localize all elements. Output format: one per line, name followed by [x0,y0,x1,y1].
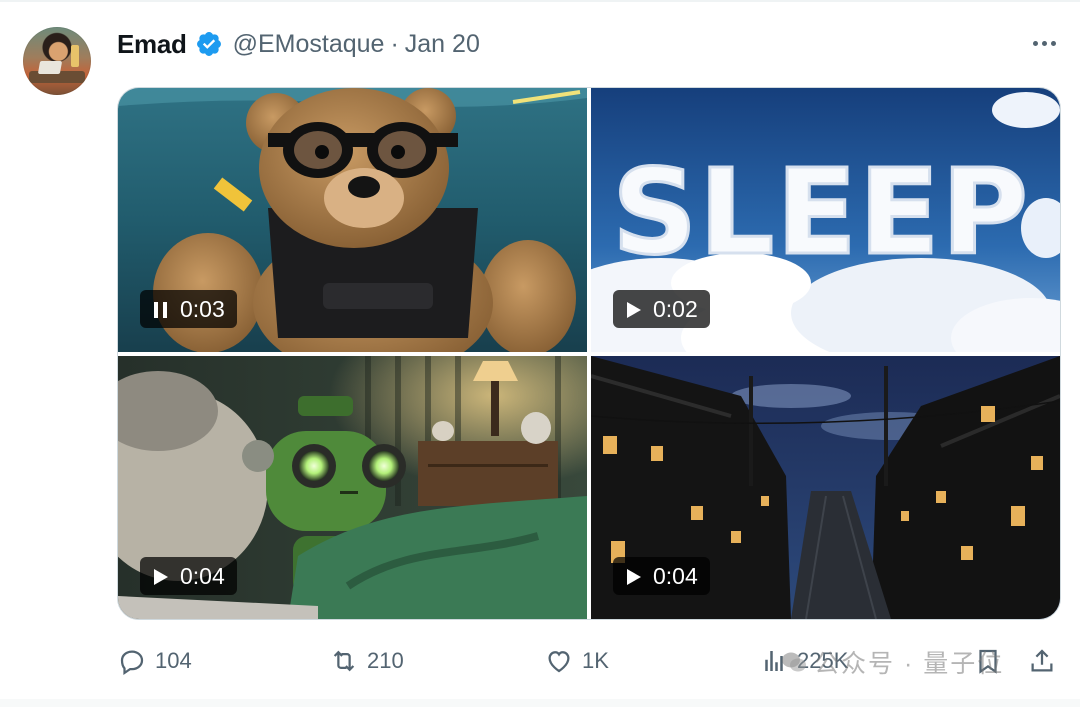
display-name[interactable]: Emad [117,29,187,60]
pause-icon [152,299,170,319]
video-tile-robot-bed[interactable]: 0:04 [118,356,587,619]
verified-badge-icon[interactable] [195,30,223,58]
top-divider [0,0,1080,2]
video-duration-badge[interactable]: 0:04 [613,557,710,595]
video-duration-badge[interactable]: 0:04 [140,557,237,595]
like-button[interactable]: 1K [544,640,609,682]
cloud-text: SLEEP [612,143,1030,281]
video-duration: 0:02 [653,295,698,322]
user-handle[interactable]: @EMostaque [233,30,385,59]
header-separator: · [390,29,399,58]
video-duration-badge[interactable]: 0:02 [613,290,710,328]
play-icon [152,566,170,586]
share-icon [1031,649,1053,672]
media-grid: 0:03 SLEEP 0:02 0:04 0:04 [117,87,1061,620]
video-duration: 0:04 [653,562,698,589]
reply-icon [120,650,144,675]
repost-count: 210 [367,648,404,673]
repost-button[interactable]: 210 [329,640,404,682]
video-duration: 0:03 [180,295,225,322]
avatar[interactable] [23,27,91,95]
video-tile-sleep-clouds[interactable]: SLEEP 0:02 [591,88,1060,352]
play-icon [625,566,643,586]
bottom-divider [0,699,1080,707]
video-duration: 0:04 [180,562,225,589]
video-tile-night-street[interactable]: 0:04 [591,356,1060,619]
tweet-header: Emad @EMostaque · Jan 20 [117,27,480,61]
video-duration-badge[interactable]: 0:03 [140,290,237,328]
repost-icon [333,650,355,672]
bookmark-icon [979,649,997,674]
tweet-actions: 104 210 1K 225K [117,640,1059,682]
like-count: 1K [582,648,609,673]
avatar-lamp [71,45,79,67]
tweet-date[interactable]: Jan 20 [405,30,480,59]
share-button[interactable] [1027,640,1057,682]
more-dot [1032,40,1038,46]
avatar-laptop [37,61,63,74]
video-tile-teddy-bear[interactable]: 0:03 [118,88,587,352]
play-icon [625,299,643,319]
view-count: 225K [797,648,849,673]
reply-button[interactable]: 104 [117,640,192,682]
more-dot [1041,40,1047,46]
reply-count: 104 [155,648,192,673]
more-dot [1050,40,1056,46]
analytics-icon [765,651,783,671]
more-options-icon[interactable] [1028,30,1060,56]
heart-icon [548,651,570,673]
views-button[interactable]: 225K [759,640,848,682]
bookmark-button[interactable] [973,640,1003,682]
